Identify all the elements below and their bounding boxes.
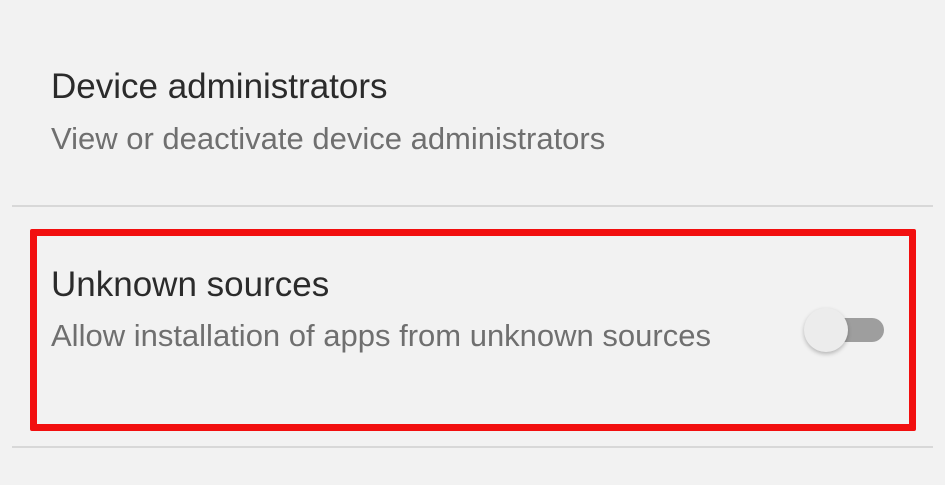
divider: [12, 446, 933, 448]
device-administrators-title: Device administrators: [51, 67, 388, 106]
unknown-sources-summary: Allow installation of apps from unknown …: [51, 318, 711, 353]
unknown-sources-title: Unknown sources: [51, 265, 330, 304]
device-administrators-item[interactable]: Device administrators View or deactivate…: [0, 0, 945, 205]
settings-screen: Device administrators View or deactivate…: [0, 0, 945, 485]
unknown-sources-toggle[interactable]: [804, 308, 886, 352]
divider: [12, 205, 933, 207]
toggle-thumb: [804, 308, 848, 352]
device-administrators-summary: View or deactivate device administrators: [51, 121, 606, 156]
unknown-sources-item[interactable]: Unknown sources Allow installation of ap…: [0, 208, 945, 446]
